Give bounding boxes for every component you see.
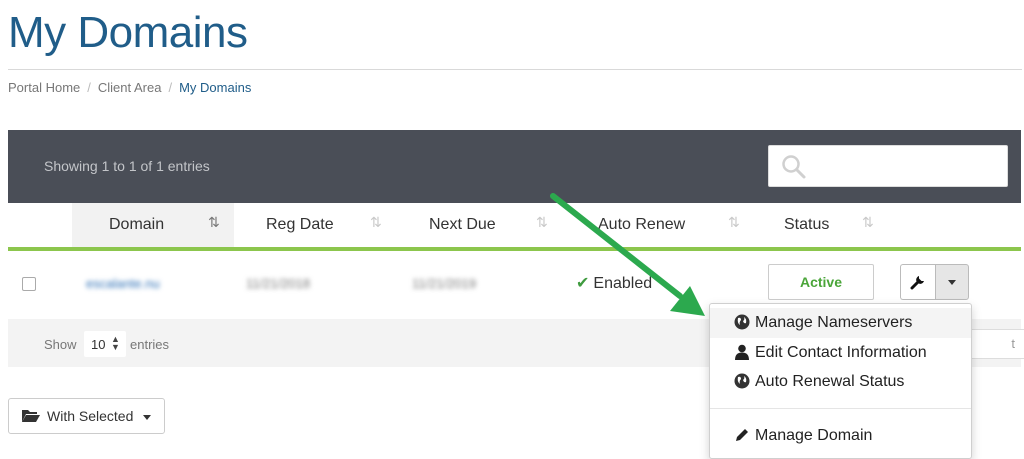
column-header-auto-renew[interactable]: Auto Renew ⇅ (560, 203, 752, 247)
breadcrumb: Portal Home / Client Area / My Domains (8, 80, 251, 95)
search-box[interactable] (768, 145, 1008, 187)
wrench-icon (910, 276, 924, 290)
page-title: My Domains (8, 8, 248, 57)
search-input[interactable] (815, 154, 999, 178)
with-selected-button[interactable]: With Selected (8, 398, 165, 434)
column-header-label: Auto Renew (598, 216, 686, 233)
next-due-value: 11/21/2019 (412, 276, 477, 291)
with-selected-label: With Selected (47, 408, 134, 424)
column-header-domain[interactable]: Domain ⇅ (72, 203, 234, 247)
auto-renew-cell: ✔ Enabled (576, 273, 652, 293)
user-icon (735, 344, 749, 360)
column-header-reg-date[interactable]: Reg Date ⇅ (234, 203, 394, 247)
column-header-label: Next Due (429, 216, 496, 233)
menu-item-edit-contact-information[interactable]: Edit Contact Information (710, 338, 971, 368)
actions-dropdown-toggle[interactable] (935, 264, 969, 300)
pagination-label: t (1011, 336, 1015, 351)
caret-down-icon (143, 415, 151, 420)
sort-icon: ⇅ (536, 214, 548, 230)
pagination-next-button[interactable]: t (968, 329, 1024, 359)
show-label: Show (44, 337, 77, 352)
manage-button[interactable] (900, 264, 935, 300)
row-checkbox[interactable] (22, 277, 36, 291)
domain-link[interactable]: escalante.nu (86, 276, 160, 291)
menu-item-label: Edit Contact Information (755, 344, 927, 361)
title-divider (8, 69, 1022, 70)
breadcrumb-separator: / (168, 80, 173, 95)
sort-icon: ⇅ (728, 214, 740, 230)
status-badge[interactable]: Active (768, 264, 874, 300)
reg-date-value: 11/21/2018 (246, 276, 311, 291)
menu-item-auto-renewal-status[interactable]: Auto Renewal Status (710, 367, 971, 397)
breadcrumb-current: My Domains (179, 80, 252, 95)
breadcrumb-separator: / (87, 80, 91, 95)
pencil-icon (736, 429, 748, 441)
page-length-value: 10 (91, 337, 106, 352)
column-header-label: Status (784, 216, 830, 233)
globe-icon (734, 373, 750, 389)
table-toolbar: Showing 1 to 1 of 1 entries (8, 130, 1021, 203)
menu-item-manage-domain[interactable]: Manage Domain (710, 421, 971, 451)
sort-icon: ⇅ (862, 214, 874, 230)
sort-icon: ⇅ (370, 214, 382, 230)
menu-item-manage-nameservers[interactable]: Manage Nameservers (710, 308, 971, 338)
menu-item-label: Manage Domain (755, 427, 873, 444)
column-header-next-due[interactable]: Next Due ⇅ (394, 203, 560, 247)
folder-open-icon (22, 410, 40, 422)
breadcrumb-portal-home[interactable]: Portal Home (8, 80, 80, 95)
menu-item-label: Manage Nameservers (755, 314, 913, 331)
breadcrumb-client-area[interactable]: Client Area (98, 80, 162, 95)
table-column-headers: Domain ⇅ Reg Date ⇅ Next Due ⇅ Auto Rene… (8, 203, 1021, 250)
column-header-status[interactable]: Status ⇅ (752, 203, 892, 247)
caret-down-icon (948, 280, 956, 285)
globe-icon (734, 314, 750, 330)
entries-info: Showing 1 to 1 of 1 entries (44, 158, 210, 174)
page-length-select[interactable]: 10 ▲ ▼ (84, 331, 126, 357)
menu-divider (710, 408, 971, 409)
select-arrows-icon: ▲ ▼ (111, 334, 120, 352)
column-header-label: Domain (109, 216, 165, 233)
menu-item-label: Auto Renewal Status (755, 373, 905, 390)
entries-label: entries (130, 337, 170, 352)
check-icon: ✔ (576, 275, 590, 292)
actions-dropdown-menu: Manage Nameservers Edit Contact Informat… (709, 303, 972, 459)
column-header-label: Reg Date (266, 216, 334, 233)
sort-icon: ⇅ (208, 214, 220, 230)
auto-renew-value: Enabled (593, 275, 653, 292)
search-icon (782, 155, 806, 179)
